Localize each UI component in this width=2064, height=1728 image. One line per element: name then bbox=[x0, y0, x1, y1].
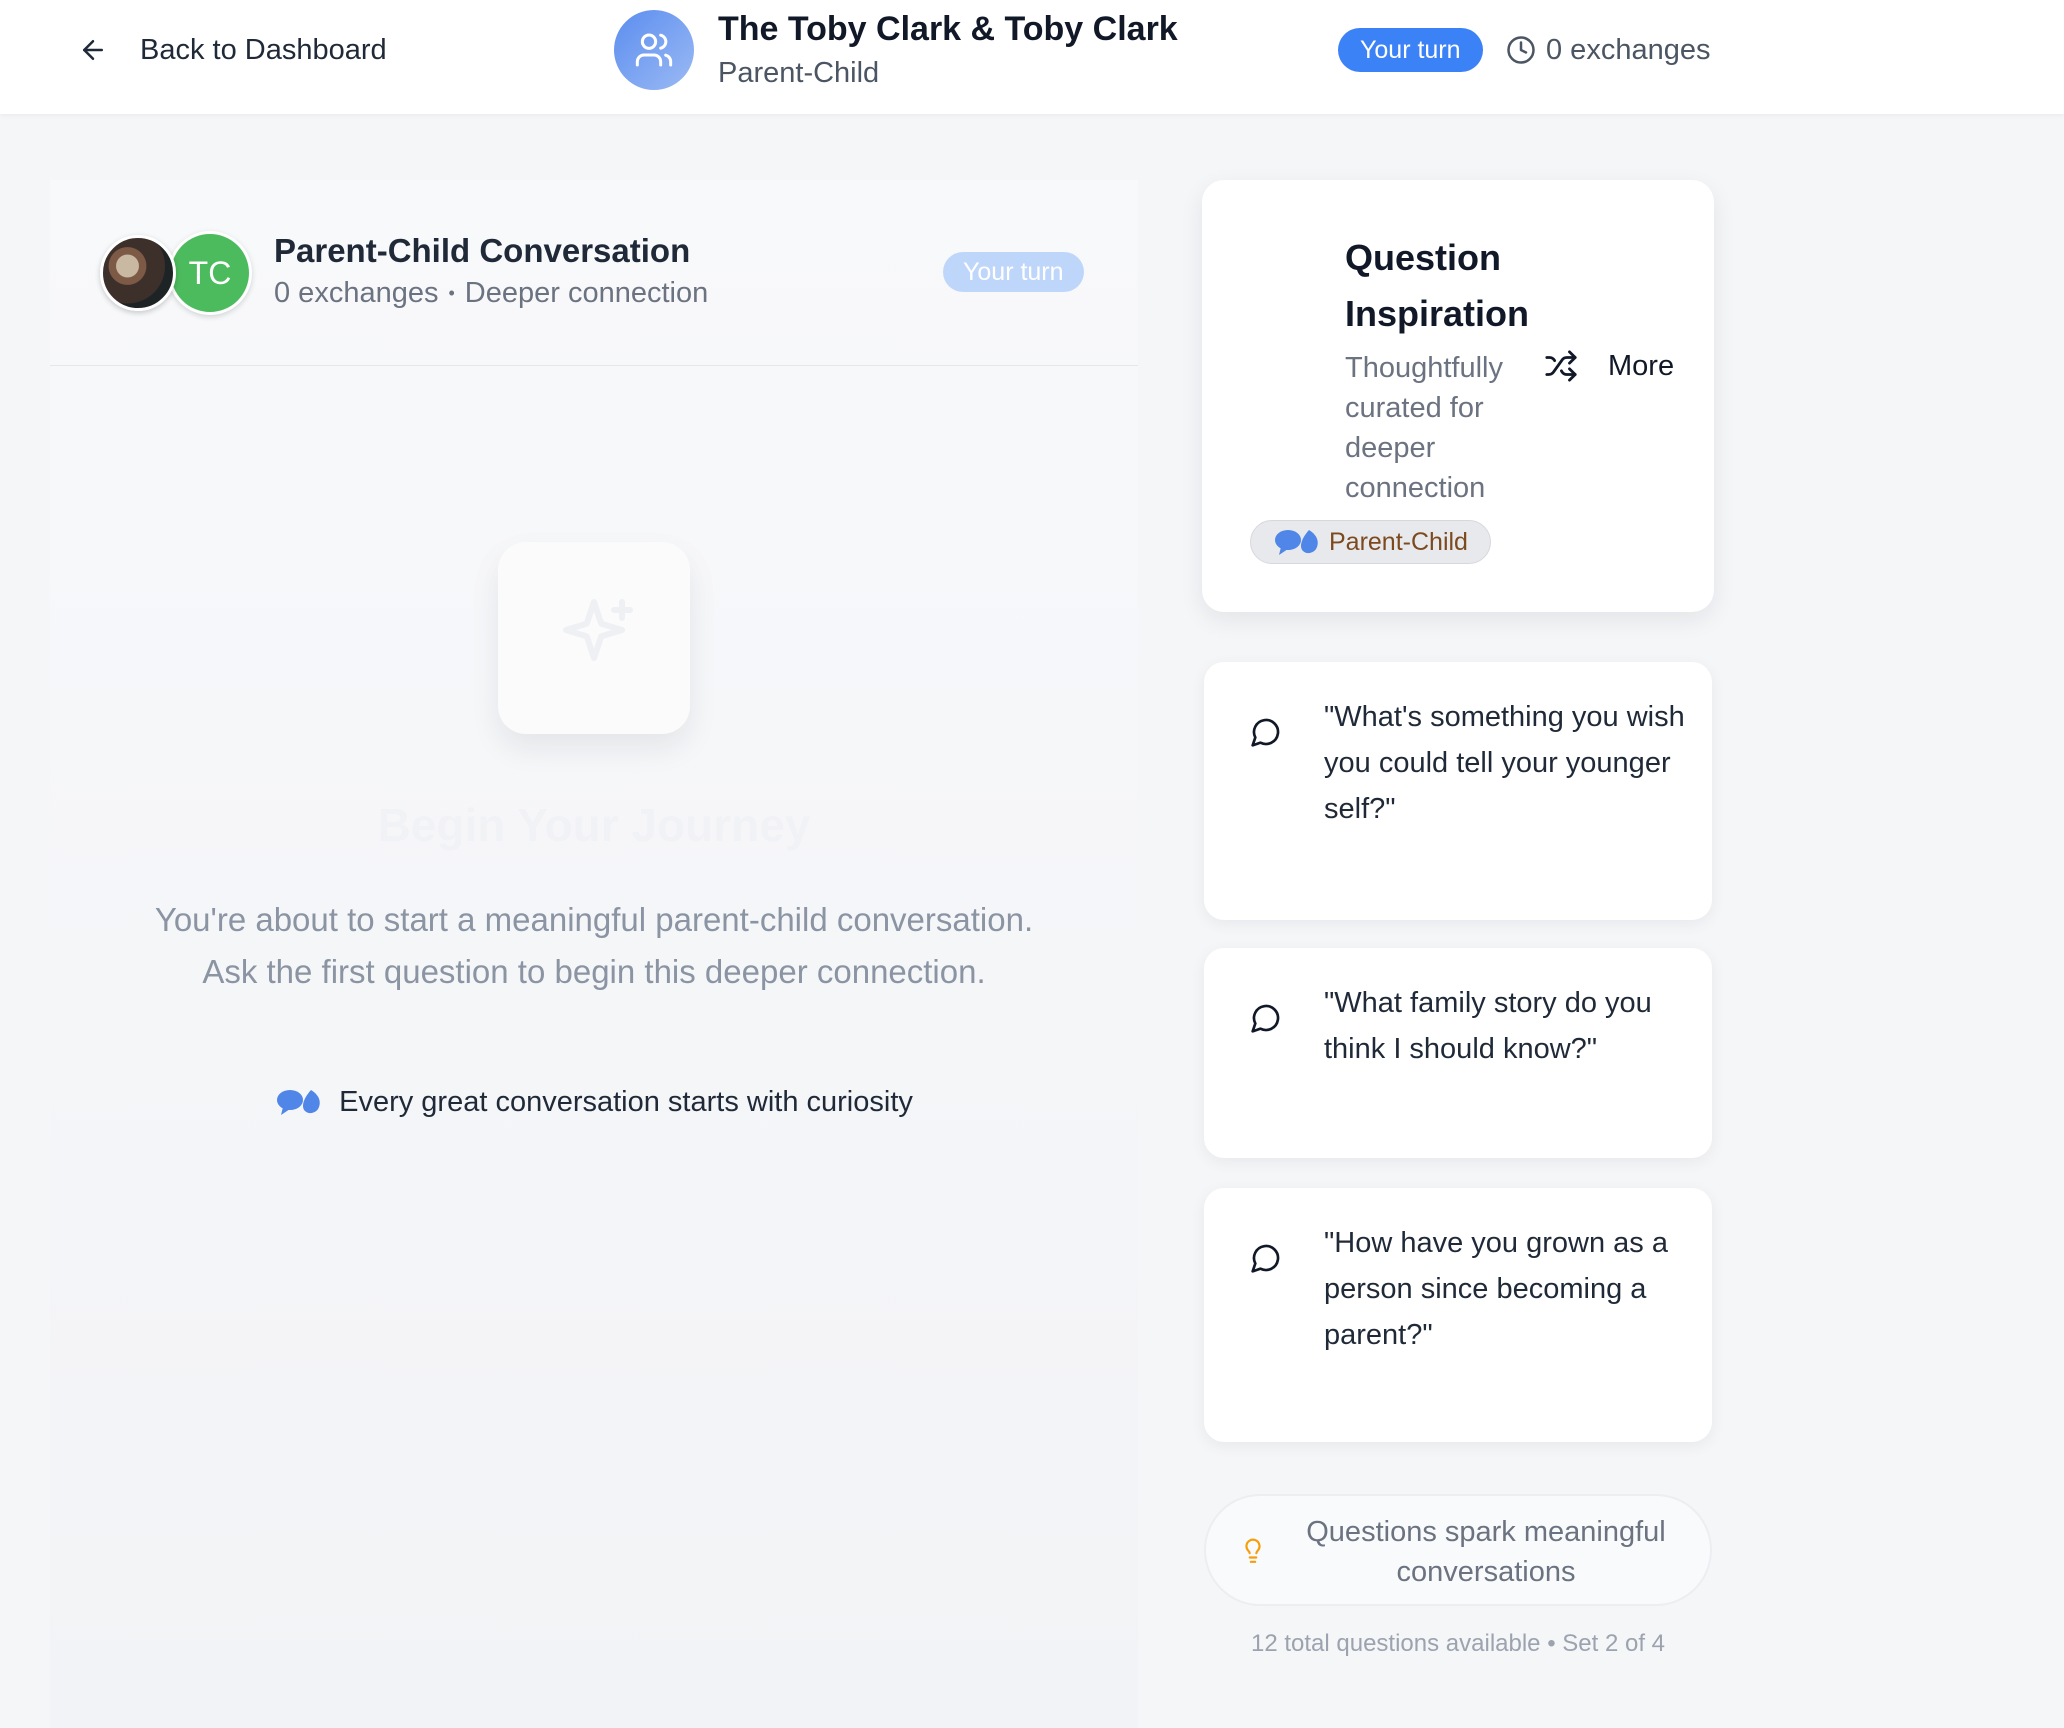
conversation-type: Parent-Child bbox=[718, 57, 880, 89]
conversation-tagline: Deeper connection bbox=[464, 277, 709, 309]
speech-bubbles-icon bbox=[1275, 530, 1318, 555]
more-questions-button[interactable]: More bbox=[1544, 346, 1674, 386]
question-card[interactable]: "How have you grown as a person since be… bbox=[1204, 1188, 1712, 1442]
conversation-panel: TC Parent-Child Conversation 0 exchanges… bbox=[50, 180, 1138, 1728]
more-label: More bbox=[1608, 349, 1675, 382]
conversation-avatar bbox=[614, 10, 694, 90]
tip-text: Questions spark meaningful conversations bbox=[1306, 1516, 1666, 1588]
message-circle-icon bbox=[1251, 1004, 1280, 1033]
shuffle-icon bbox=[1545, 350, 1577, 382]
inspiration-title: Question Inspiration bbox=[1345, 237, 1530, 334]
empty-state-title: Begin Your Journey bbox=[377, 799, 811, 851]
lightbulb-icon bbox=[1245, 1538, 1261, 1563]
curiosity-note-text: Every great conversation starts with cur… bbox=[339, 1085, 913, 1118]
conversation-meta: 0 exchanges • Deeper connection bbox=[274, 277, 708, 310]
participant-photo-avatar bbox=[100, 235, 176, 311]
turn-status-badge: Your turn bbox=[1338, 28, 1483, 72]
exchange-counter: 0 exchanges bbox=[1506, 28, 1710, 72]
conversation-title: The Toby Clark & Toby Clark bbox=[718, 10, 1178, 48]
conversation-panel-header: TC Parent-Child Conversation 0 exchanges… bbox=[50, 180, 1138, 366]
participant-initials-avatar: TC bbox=[168, 231, 252, 315]
question-text: "How have you grown as a person since be… bbox=[1324, 1227, 1668, 1351]
question-text: "What's something you wish you could tel… bbox=[1324, 701, 1685, 825]
clock-icon bbox=[1507, 36, 1535, 64]
back-to-dashboard-button[interactable]: Back to Dashboard bbox=[78, 26, 387, 74]
curiosity-note: Every great conversation starts with cur… bbox=[50, 1082, 1138, 1122]
category-tag: Parent-Child bbox=[1250, 520, 1491, 564]
question-inspiration-card: Question Inspiration Thoughtfully curate… bbox=[1202, 180, 1714, 612]
sparkles-icon bbox=[563, 599, 633, 661]
top-header: Back to Dashboard The Toby Clark & Toby … bbox=[0, 0, 2064, 114]
back-label: Back to Dashboard bbox=[140, 33, 387, 66]
message-circle-icon bbox=[1251, 1244, 1280, 1273]
question-card[interactable]: "What family story do you think I should… bbox=[1204, 948, 1712, 1158]
users-icon bbox=[635, 33, 673, 67]
empty-state-description: You're about to start a meaningful paren… bbox=[154, 901, 1034, 990]
speech-bubbles-icon bbox=[277, 1090, 320, 1115]
tip-banner: Questions spark meaningful conversations bbox=[1204, 1494, 1712, 1606]
arrow-left-icon bbox=[83, 40, 103, 60]
conversation-exchanges: 0 exchanges bbox=[274, 277, 439, 309]
question-text: "What family story do you think I should… bbox=[1324, 987, 1652, 1065]
empty-state-icon-box bbox=[498, 542, 690, 734]
exchange-count-label: 0 exchanges bbox=[1546, 33, 1711, 66]
meta-separator: • bbox=[448, 283, 455, 303]
message-circle-icon bbox=[1251, 718, 1280, 747]
questions-set-info: 12 total questions available • Set 2 of … bbox=[1250, 1630, 1665, 1657]
category-tag-label: Parent-Child bbox=[1329, 527, 1468, 556]
inspiration-subtitle: Thoughtfully curated for deeper connecti… bbox=[1345, 352, 1503, 504]
conversation-panel-title: Parent-Child Conversation bbox=[274, 232, 691, 269]
question-card[interactable]: "What's something you wish you could tel… bbox=[1204, 662, 1712, 920]
panel-turn-badge: Your turn bbox=[943, 252, 1084, 292]
